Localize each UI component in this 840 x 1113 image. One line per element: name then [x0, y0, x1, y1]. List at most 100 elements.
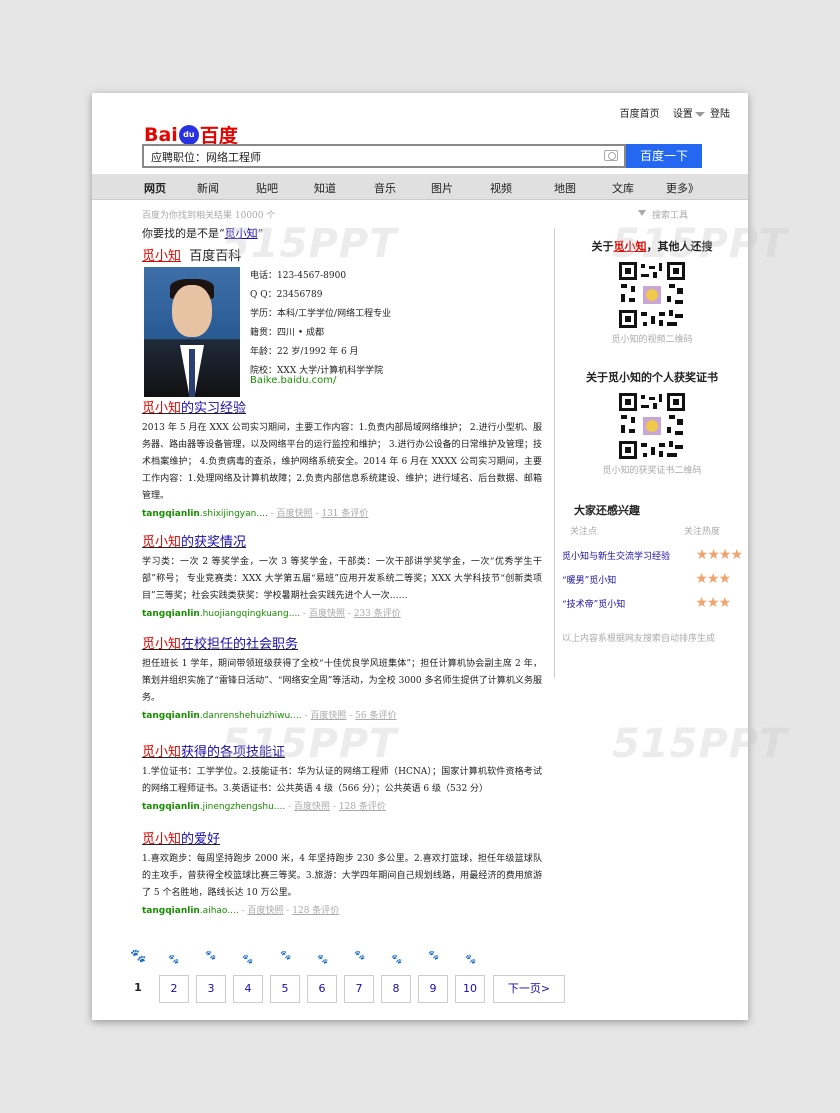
page-link[interactable]: 5 — [270, 975, 300, 1003]
search-tools-link[interactable]: 搜索工具 — [652, 208, 688, 221]
snapshot-link[interactable]: 百度快照 — [310, 711, 346, 721]
result-meta: tangqianlin.jinengzhengshu.... - 百度快照 - … — [142, 802, 386, 812]
watermark: 515PPT — [222, 221, 398, 267]
url-bold: tangqianlin — [142, 711, 200, 721]
camera-icon[interactable] — [604, 150, 618, 161]
search-button[interactable]: 百度一下 — [626, 144, 702, 168]
logo-du: du — [183, 130, 195, 139]
watermark: 515PPT — [222, 721, 398, 767]
interest-item[interactable]: “暖男”觅小知 ★★★ — [562, 571, 742, 587]
reviews-link[interactable]: 128 条评价 — [339, 802, 386, 812]
result-snippet: 担任班长 1 学年，期间带领班级获得了全校“十佳优良学风班集体”；担任计算机协会… — [142, 659, 542, 703]
page-link[interactable]: 6 — [307, 975, 337, 1003]
result-name: 觅小知 — [142, 401, 182, 416]
did-you-mean-prefix: 你要找的是不是“ — [142, 227, 225, 240]
reviews-link[interactable]: 131 条评价 — [321, 509, 368, 519]
result-url[interactable]: tangqianlin.danrenshehuizhiwu.... — [142, 711, 302, 721]
box1-prefix: 关于 — [591, 240, 614, 253]
interest-header: 关注点 关注热度 — [562, 518, 742, 537]
page-link[interactable]: 3 — [196, 975, 226, 1003]
url-bold: tangqianlin — [142, 906, 200, 916]
reviews-link[interactable]: 128 条评价 — [292, 906, 339, 916]
page-link[interactable]: 7 — [344, 975, 374, 1003]
paw-icon: 🐾 — [354, 951, 366, 961]
tab-news[interactable]: 新闻 — [197, 180, 219, 196]
column-divider — [554, 228, 555, 678]
search-input[interactable]: 应聘职位：网络工程师 — [142, 144, 626, 168]
result-url[interactable]: tangqianlin.huojiangqingkuang.... — [142, 609, 300, 619]
url-rest: .shixijingyan.... — [199, 509, 268, 519]
paw-icon: 🐾 — [205, 951, 217, 961]
result-url[interactable]: tangqianlin.aihao.... — [142, 906, 239, 916]
tab-web[interactable]: 网页 — [144, 180, 166, 196]
page-current: 1 — [134, 981, 142, 994]
page-link[interactable]: 4 — [233, 975, 263, 1003]
result-meta: tangqianlin.huojiangqingkuang.... - 百度快照… — [142, 609, 401, 619]
result-hobbies: 觅小知的爱好 1.喜欢跑步：每周坚持跑步 2000 米，4 年坚持跑步 230 … — [142, 828, 542, 916]
baike-url[interactable]: Baike.baidu.com/ — [250, 375, 336, 386]
qr-code-video[interactable] — [619, 262, 685, 328]
page-link[interactable]: 2 — [159, 975, 189, 1003]
page-link[interactable]: 10 — [455, 975, 485, 1003]
result-name: 觅小知 — [142, 535, 182, 550]
chevron-down-icon — [694, 112, 705, 117]
page-link[interactable]: 9 — [418, 975, 448, 1003]
paw-icon: 🐾 — [465, 955, 477, 965]
tab-map[interactable]: 地图 — [554, 180, 576, 196]
url-rest: .aihao.... — [199, 906, 239, 916]
tab-zhidao[interactable]: 知道 — [314, 180, 336, 196]
result-name: 觅小知 — [142, 637, 182, 652]
next-page-button[interactable]: 下一页> — [493, 975, 565, 1003]
url-bold: tangqianlin — [142, 802, 200, 812]
result-title-text: 的获奖情况 — [181, 535, 247, 550]
interest-item[interactable]: 觅小知与新生交流学习经验 ★★★★ — [562, 547, 743, 563]
sidebar-footnote: 以上内容系根据网友搜索自动排序生成 — [562, 634, 716, 644]
paw-icon: 🐾 — [317, 955, 329, 965]
result-awards: 觅小知的获奖情况 学习类：一次 2 等奖学金，一次 3 等奖学金，干部类：一次干… — [142, 531, 542, 619]
qr-code-awards[interactable] — [619, 393, 685, 459]
filter-icon[interactable] — [638, 210, 646, 216]
result-title[interactable]: 觅小知在校担任的社会职务 — [142, 633, 542, 652]
result-positions: 觅小知在校担任的社会职务 担任班长 1 学年，期间带领班级获得了全校“十佳优良学… — [142, 633, 542, 721]
result-title[interactable]: 觅小知的获奖情况 — [142, 531, 542, 550]
result-url[interactable]: tangqianlin.jinengzhengshu.... — [142, 802, 285, 812]
result-title-text: 在校担任的社会职务 — [181, 637, 299, 652]
result-snippet: 1.喜欢跑步：每周坚持跑步 2000 米，4 年坚持跑步 230 多公里。2.喜… — [142, 854, 542, 898]
info-hometown: 籍贯：四川 • 成都 — [250, 328, 325, 338]
result-meta: tangqianlin.shixijingyan.... - 百度快照 - 13… — [142, 509, 369, 519]
url-bold: tangqianlin — [142, 609, 200, 619]
info-qq: Q Q：23456789 — [250, 290, 323, 300]
paw-icon: 🐾 — [391, 955, 403, 965]
result-internship: 觅小知的实习经验 2013 年 5 月在 XXX 公司实习期间，主要工作内容：1… — [142, 397, 542, 519]
tab-more[interactable]: 更多》 — [666, 180, 699, 196]
settings-link[interactable]: 设置 — [673, 109, 705, 120]
snapshot-link[interactable]: 百度快照 — [294, 802, 330, 812]
tab-tieba[interactable]: 贴吧 — [256, 180, 278, 196]
snapshot-link[interactable]: 百度快照 — [277, 509, 313, 519]
result-title[interactable]: 觅小知的爱好 — [142, 828, 542, 847]
reviews-link[interactable]: 233 条评价 — [354, 609, 401, 619]
tab-images[interactable]: 图片 — [431, 180, 453, 196]
paw-icon-current: 🐾 — [130, 949, 147, 964]
login-link[interactable]: 登陆 — [710, 109, 730, 120]
result-title[interactable]: 觅小知的实习经验 — [142, 397, 542, 416]
tab-video[interactable]: 视频 — [490, 180, 512, 196]
url-rest: .danrenshehuizhiwu.... — [199, 711, 302, 721]
url-rest: .huojiangqingkuang.... — [199, 609, 301, 619]
paw-icon: 🐾 — [280, 951, 292, 961]
result-url[interactable]: tangqianlin.shixijingyan.... — [142, 509, 268, 519]
result-snippet: 学习类：一次 2 等奖学金，一次 3 等奖学金，干部类：一次干部讲学奖学金，一次… — [142, 557, 542, 601]
result-snippet: 2013 年 5 月在 XXX 公司实习期间，主要工作内容：1.负责内部局域网络… — [142, 423, 542, 501]
snapshot-link[interactable]: 百度快照 — [247, 906, 283, 916]
page-link[interactable]: 8 — [381, 975, 411, 1003]
snapshot-link[interactable]: 百度快照 — [309, 609, 345, 619]
paw-icon: 🐾 — [428, 951, 440, 961]
reviews-link[interactable]: 56 条评价 — [355, 711, 396, 721]
interest-item[interactable]: “技术帝”觅小知 ★★★ — [562, 595, 742, 611]
tab-music[interactable]: 音乐 — [374, 180, 396, 196]
top-links: 百度首页 设置 登陆 — [610, 105, 730, 120]
tab-wenku[interactable]: 文库 — [612, 180, 634, 196]
star-rating: ★★★ — [695, 571, 731, 587]
result-snippet: 1.学位证书：工学学位。2.技能证书：华为认证的网络工程师（HCNA）；国家计算… — [142, 767, 542, 794]
baidu-home-link[interactable]: 百度首页 — [620, 109, 660, 120]
